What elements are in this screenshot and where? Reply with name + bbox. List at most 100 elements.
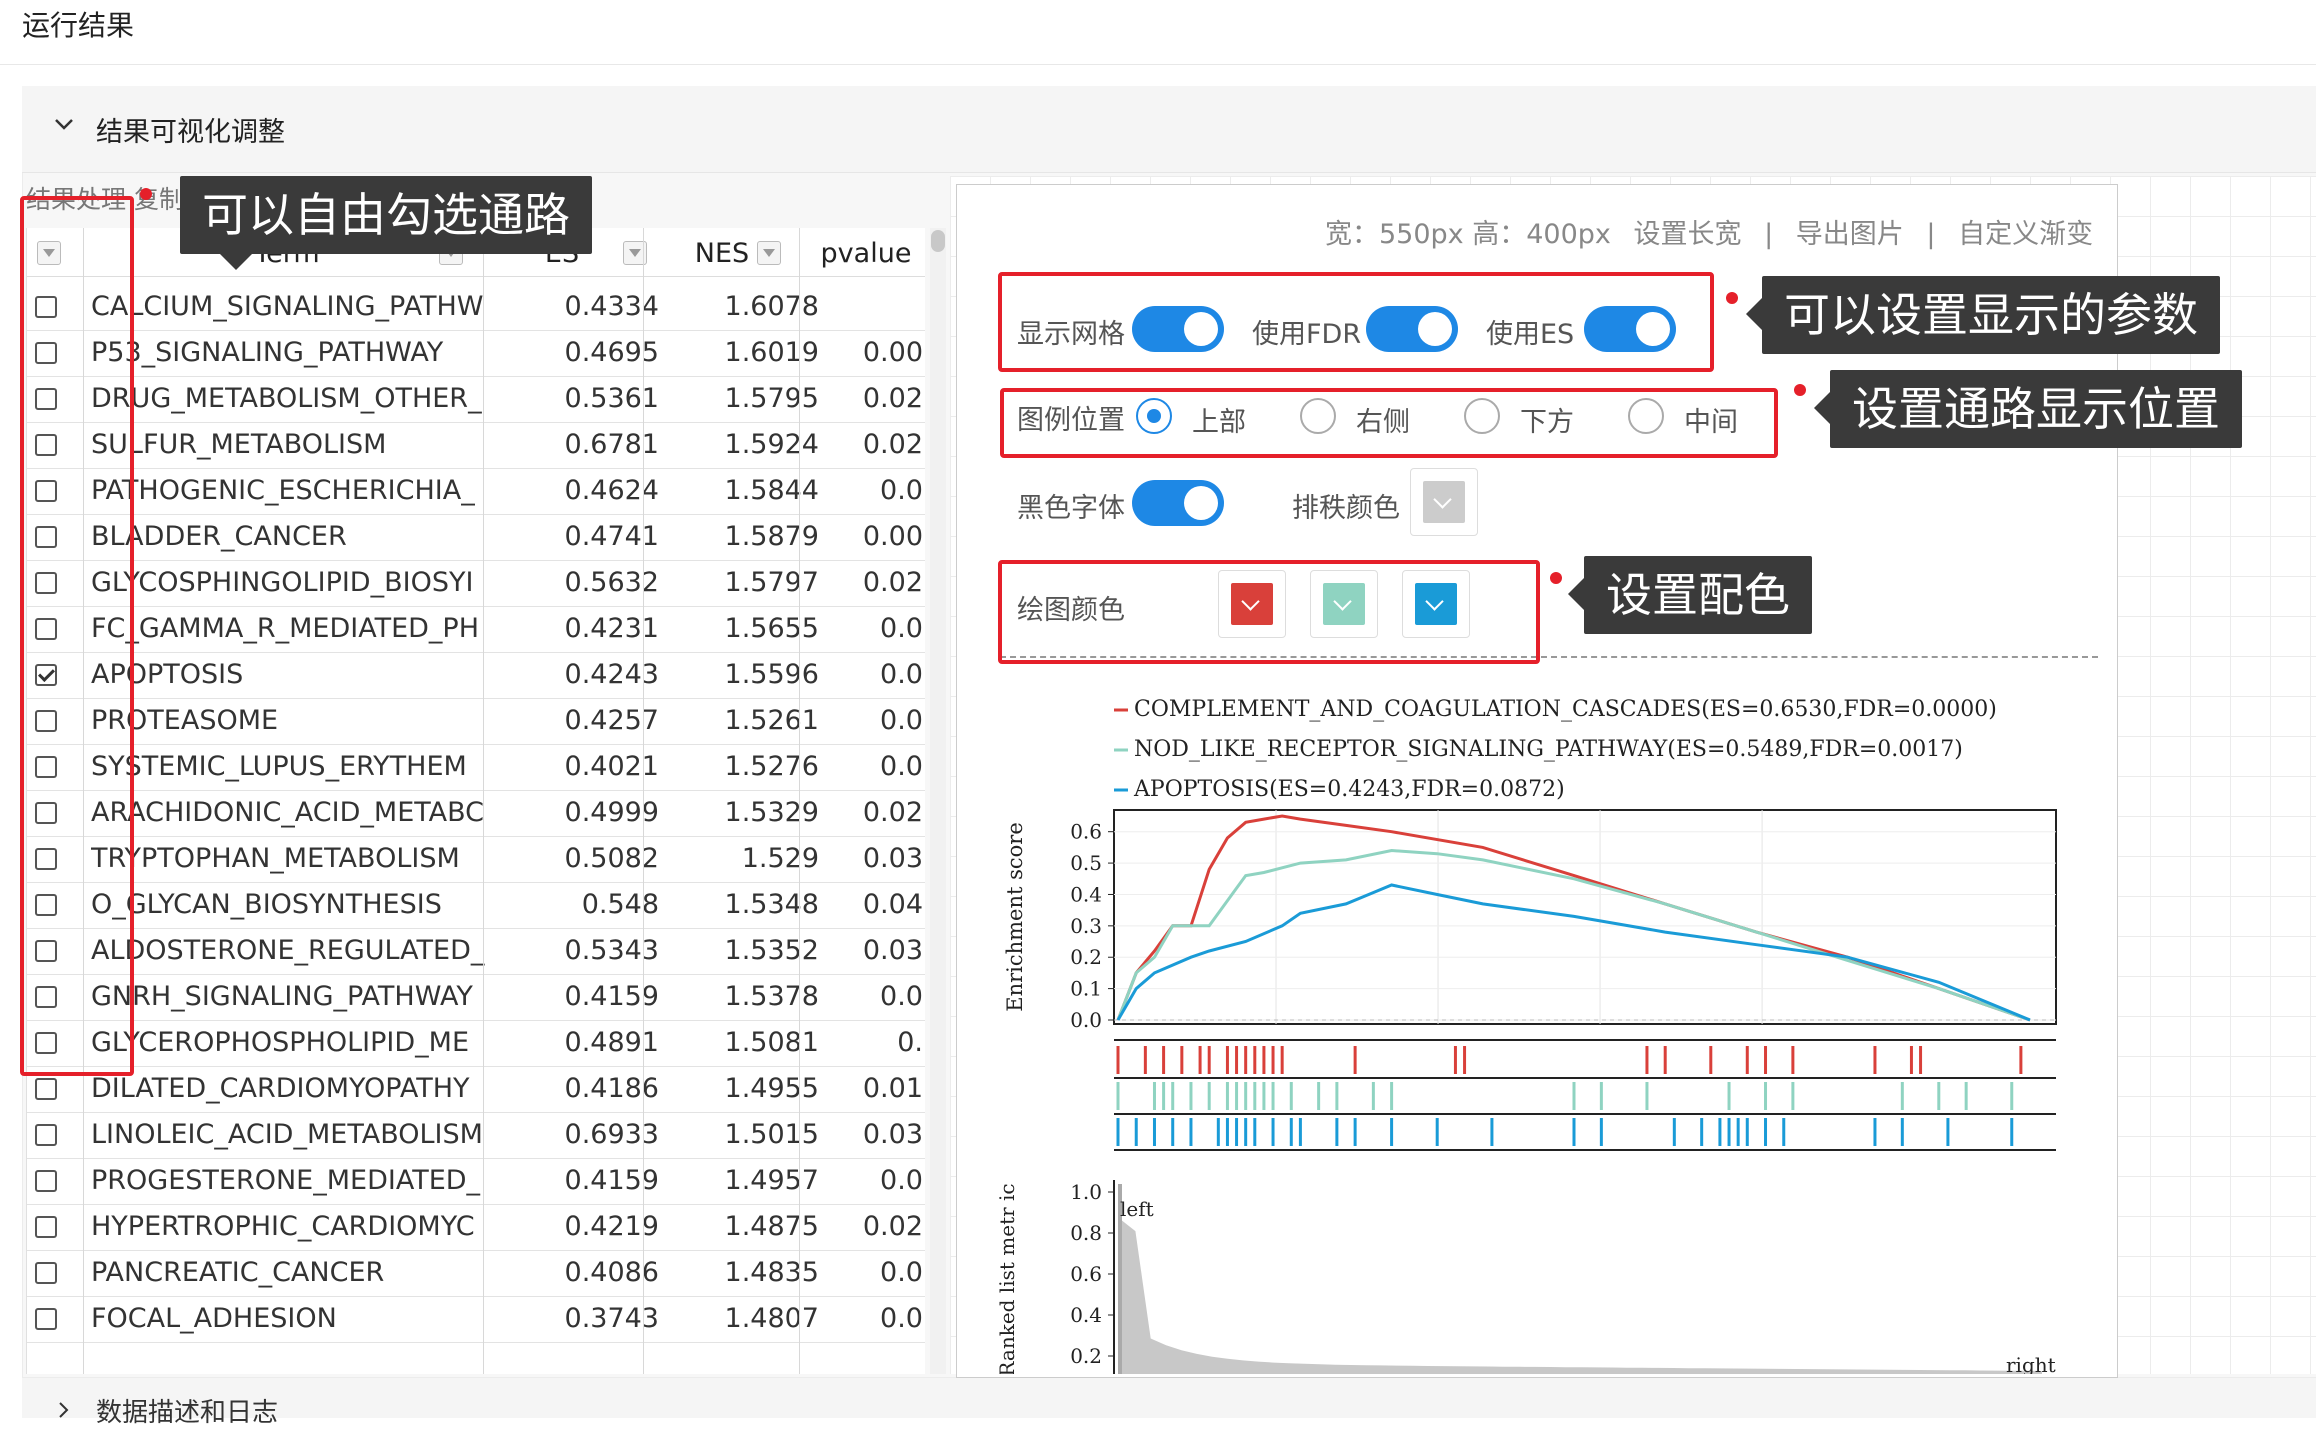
log-section-header[interactable] [22, 1378, 2316, 1418]
cell-nes: 1.5081 [724, 1027, 819, 1058]
row-checkbox[interactable] [35, 1216, 57, 1238]
panel-header[interactable] [22, 86, 2316, 173]
cell-pvalue: 0.00 [862, 521, 923, 552]
table-row[interactable]: ALDOSTERONE_REGULATED_ 0.5343 1.5352 0.03 [27, 928, 925, 975]
table-scrollbar[interactable] [930, 228, 946, 1374]
cell-pvalue: 0.0 [880, 1165, 923, 1196]
annotation-callout-select: 可以自由勾选通路 [180, 176, 592, 270]
cell-es: 0.4624 [564, 475, 659, 506]
table-row[interactable]: GLYCOSPHINGOLIPID_BIOSYI 0.5632 1.5797 0.02 [27, 560, 925, 607]
cell-term: ARACHIDONIC_ACID_METABC [91, 797, 485, 828]
row-checkbox[interactable] [35, 1078, 57, 1100]
row-checkbox[interactable] [35, 1170, 57, 1192]
table-row[interactable]: SULFUR_METABOLISM 0.6781 1.5924 0.02 [27, 422, 925, 469]
cell-es: 0.548 [581, 889, 659, 920]
cell-term: HYPERTROPHIC_CARDIOMYC [91, 1211, 475, 1242]
table-row[interactable]: P53_SIGNALING_PATHWAY 0.4695 1.6019 0.00 [27, 330, 925, 377]
size-readout: 宽：550px 高：400px [1325, 219, 1611, 250]
cell-pvalue: 0.02 [862, 797, 923, 828]
cell-term: DILATED_CARDIOMYOPATHY [91, 1073, 470, 1104]
row-checkbox[interactable] [35, 1124, 57, 1146]
cell-pvalue: 0.0 [880, 659, 923, 690]
log-section-title[interactable]: 数据描述和日志 [96, 1392, 278, 1429]
chevron-down-icon[interactable] [54, 114, 74, 134]
cell-pvalue: 0.03 [862, 935, 923, 966]
annotation-callout-params: 可以设置显示的参数 [1746, 276, 2220, 354]
set-size-link[interactable]: 设置长宽 [1633, 219, 1741, 250]
rank-color-picker[interactable] [1410, 468, 1478, 536]
cell-nes: 1.5276 [724, 751, 819, 782]
row-checkbox[interactable] [35, 1262, 57, 1284]
cell-nes: 1.5879 [724, 521, 819, 552]
table-row[interactable]: GLYCEROPHOSPHOLIPID_ME 0.4891 1.5081 0. [27, 1020, 925, 1067]
cell-term: P53_SIGNALING_PATHWAY [91, 337, 444, 368]
cell-es: 0.5632 [564, 567, 659, 598]
cell-es: 0.4695 [564, 337, 659, 368]
nes-filter-icon[interactable] [757, 241, 781, 265]
cell-nes: 1.6078 [724, 291, 819, 322]
rank-color-label: 排秩颜色 [1292, 493, 1400, 524]
col-divider [483, 228, 484, 1374]
col-pvalue[interactable]: pvalue [811, 228, 921, 276]
cell-es: 0.4334 [564, 291, 659, 322]
cell-nes: 1.5797 [724, 567, 819, 598]
export-image-link[interactable]: 导出图片 [1796, 219, 1904, 250]
cell-term: PROGESTERONE_MEDIATED_ [91, 1165, 481, 1196]
panel-title[interactable]: 结果可视化调整 [96, 110, 285, 149]
rank-area [1120, 1190, 2042, 1374]
cell-term: PROTEASOME [91, 705, 279, 736]
table-row[interactable]: LINOLEIC_ACID_METABOLISM 0.6933 1.5015 0.03 [27, 1112, 925, 1159]
cell-term: TRYPTOPHAN_METABOLISM [91, 843, 460, 874]
table-row[interactable]: BLADDER_CANCER 0.4741 1.5879 0.00 [27, 514, 925, 561]
cell-nes: 1.5795 [724, 383, 819, 414]
table-row[interactable]: TRYPTOPHAN_METABOLISM 0.5082 1.529 0.03 [27, 836, 925, 883]
y-tick-label: 0.1 [1070, 977, 1102, 1001]
annotation-dot [1726, 292, 1738, 304]
cell-term: PATHOGENIC_ESCHERICHIA_ [91, 475, 475, 506]
table-row[interactable]: DRUG_METABOLISM_OTHER_ 0.5361 1.5795 0.02 [27, 376, 925, 423]
table-row[interactable]: DILATED_CARDIOMYOPATHY 0.4186 1.4955 0.01 [27, 1066, 925, 1113]
table-row[interactable]: PROTEASOME 0.4257 1.5261 0.0 [27, 698, 925, 745]
table-row[interactable]: ARACHIDONIC_ACID_METABC 0.4999 1.5329 0.02 [27, 790, 925, 837]
cell-es: 0.5361 [564, 383, 659, 414]
table-row[interactable]: SYSTEMIC_LUPUS_ERYTHEM 0.4021 1.5276 0.0 [27, 744, 925, 791]
cell-nes: 1.4957 [724, 1165, 819, 1196]
cell-term: GNRH_SIGNALING_PATHWAY [91, 981, 473, 1012]
cell-pvalue [827, 284, 923, 330]
cell-nes: 1.5378 [724, 981, 819, 1012]
y-tick-label: 0.0 [1070, 1008, 1102, 1032]
cell-term: LINOLEIC_ACID_METABOLISM [91, 1119, 483, 1150]
table-row[interactable]: FC_GAMMA_R_MEDIATED_PH 0.4231 1.5655 0.0 [27, 606, 925, 653]
annotation-callout-position: 设置通路显示位置 [1814, 370, 2242, 448]
annotation-dot [1794, 384, 1806, 396]
cell-term: BLADDER_CANCER [91, 521, 347, 552]
table-row[interactable]: O_GLYCAN_BIOSYNTHESIS 0.548 1.5348 0.04 [27, 882, 925, 929]
cell-pvalue: 0.0 [880, 613, 923, 644]
cell-nes: 1.5015 [724, 1119, 819, 1150]
scroll-thumb[interactable] [931, 230, 945, 252]
cell-es: 0.4219 [564, 1211, 659, 1242]
left-label: left [1120, 1197, 1154, 1221]
black-font-toggle[interactable] [1132, 480, 1224, 526]
table-row[interactable]: FOCAL_ADHESION 0.3743 1.4807 0.0 [27, 1296, 925, 1343]
annotation-callout-colors: 设置配色 [1568, 556, 1812, 634]
cell-term: GLYCOSPHINGOLIPID_BIOSYI [91, 567, 474, 598]
annotation-box-position [1000, 388, 1778, 458]
cell-nes: 1.5329 [724, 797, 819, 828]
cell-pvalue: 0.00 [862, 337, 923, 368]
table-row[interactable]: PATHOGENIC_ESCHERICHIA_ 0.4624 1.5844 0.0 [27, 468, 925, 515]
table-row[interactable]: PANCREATIC_CANCER 0.4086 1.4835 0.0 [27, 1250, 925, 1297]
cell-pvalue: 0.0 [880, 751, 923, 782]
chevron-right-icon[interactable] [56, 1402, 72, 1418]
row-checkbox[interactable] [35, 1308, 57, 1330]
col-divider [643, 228, 644, 1374]
table-row[interactable]: PROGESTERONE_MEDIATED_ 0.4159 1.4957 0.0 [27, 1158, 925, 1205]
cell-pvalue: 0.0 [880, 981, 923, 1012]
table-row[interactable]: CALCIUM_SIGNALING_PATHW 0.4334 1.6078 [27, 284, 925, 331]
custom-gradient-link[interactable]: 自定义渐变 [1958, 219, 2093, 250]
cell-term: CALCIUM_SIGNALING_PATHW [91, 291, 484, 322]
cell-es: 0.4257 [564, 705, 659, 736]
table-row[interactable]: APOPTOSIS 0.4243 1.5596 0.0 [27, 652, 925, 699]
table-row[interactable]: HYPERTROPHIC_CARDIOMYC 0.4219 1.4875 0.02 [27, 1204, 925, 1251]
table-row[interactable]: GNRH_SIGNALING_PATHWAY 0.4159 1.5378 0.0 [27, 974, 925, 1021]
